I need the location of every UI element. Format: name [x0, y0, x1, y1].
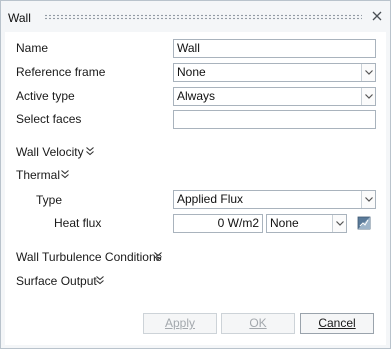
ok-button-label: OK	[249, 316, 267, 330]
window-title: Wall	[8, 11, 31, 25]
active-type-select[interactable]: Always	[173, 87, 376, 106]
surface-output-section-label[interactable]: Surface Output	[16, 274, 97, 288]
apply-button-label: Apply	[164, 316, 196, 330]
wall-turbulence-section-label[interactable]: Wall Turbulence Conditions	[16, 250, 162, 264]
expand-chevron-icon[interactable]	[85, 146, 95, 156]
collapse-chevron-icon[interactable]	[60, 169, 70, 179]
form-panel: Name Wall Reference frame None Active ty…	[5, 32, 386, 345]
heat-flux-label: Heat flux	[54, 216, 102, 230]
apply-button[interactable]: Apply	[143, 313, 217, 334]
wall-velocity-section-label[interactable]: Wall Velocity	[16, 145, 84, 159]
name-field[interactable]: Wall	[173, 39, 376, 58]
heat-flux-unit-select[interactable]: None	[266, 214, 347, 233]
expand-chevron-icon[interactable]	[95, 275, 105, 285]
drag-grip[interactable]	[44, 14, 362, 20]
chevron-down-icon	[365, 70, 373, 75]
reference-frame-label: Reference frame	[16, 65, 106, 79]
cancel-button[interactable]: Cancel	[300, 313, 374, 334]
reference-frame-value: None	[177, 65, 206, 79]
chevron-down-icon	[365, 94, 373, 99]
chevron-down-icon	[336, 221, 344, 226]
reference-frame-dropdown-button[interactable]	[361, 64, 375, 81]
chevron-down-icon	[365, 197, 373, 202]
thermal-type-dropdown-button[interactable]	[361, 191, 375, 208]
active-type-dropdown-button[interactable]	[361, 88, 375, 105]
thermal-type-value: Applied Flux	[177, 192, 244, 206]
title-bar[interactable]: Wall	[1, 1, 390, 32]
active-type-label: Active type	[16, 89, 75, 103]
select-faces-label: Select faces	[16, 112, 82, 126]
active-type-value: Always	[177, 89, 216, 103]
name-label: Name	[16, 41, 49, 55]
wall-dialog: Wall Name Wall Reference frame None Acti…	[0, 0, 391, 349]
select-faces-field[interactable]	[173, 110, 376, 129]
expand-chevron-icon[interactable]	[153, 251, 163, 261]
heat-flux-option-value: None	[270, 216, 299, 230]
heat-flux-field[interactable]: 0 W/m2	[173, 214, 263, 233]
curve-editor-icon[interactable]	[356, 215, 372, 231]
thermal-type-select[interactable]: Applied Flux	[173, 190, 376, 209]
thermal-section-label[interactable]: Thermal	[16, 168, 60, 182]
close-icon[interactable]	[370, 9, 384, 23]
ok-button[interactable]: OK	[221, 313, 295, 334]
reference-frame-select[interactable]: None	[173, 63, 376, 82]
thermal-type-label: Type	[36, 193, 63, 207]
heat-flux-dropdown-button[interactable]	[332, 215, 346, 232]
cancel-button-label: Cancel	[318, 316, 356, 330]
